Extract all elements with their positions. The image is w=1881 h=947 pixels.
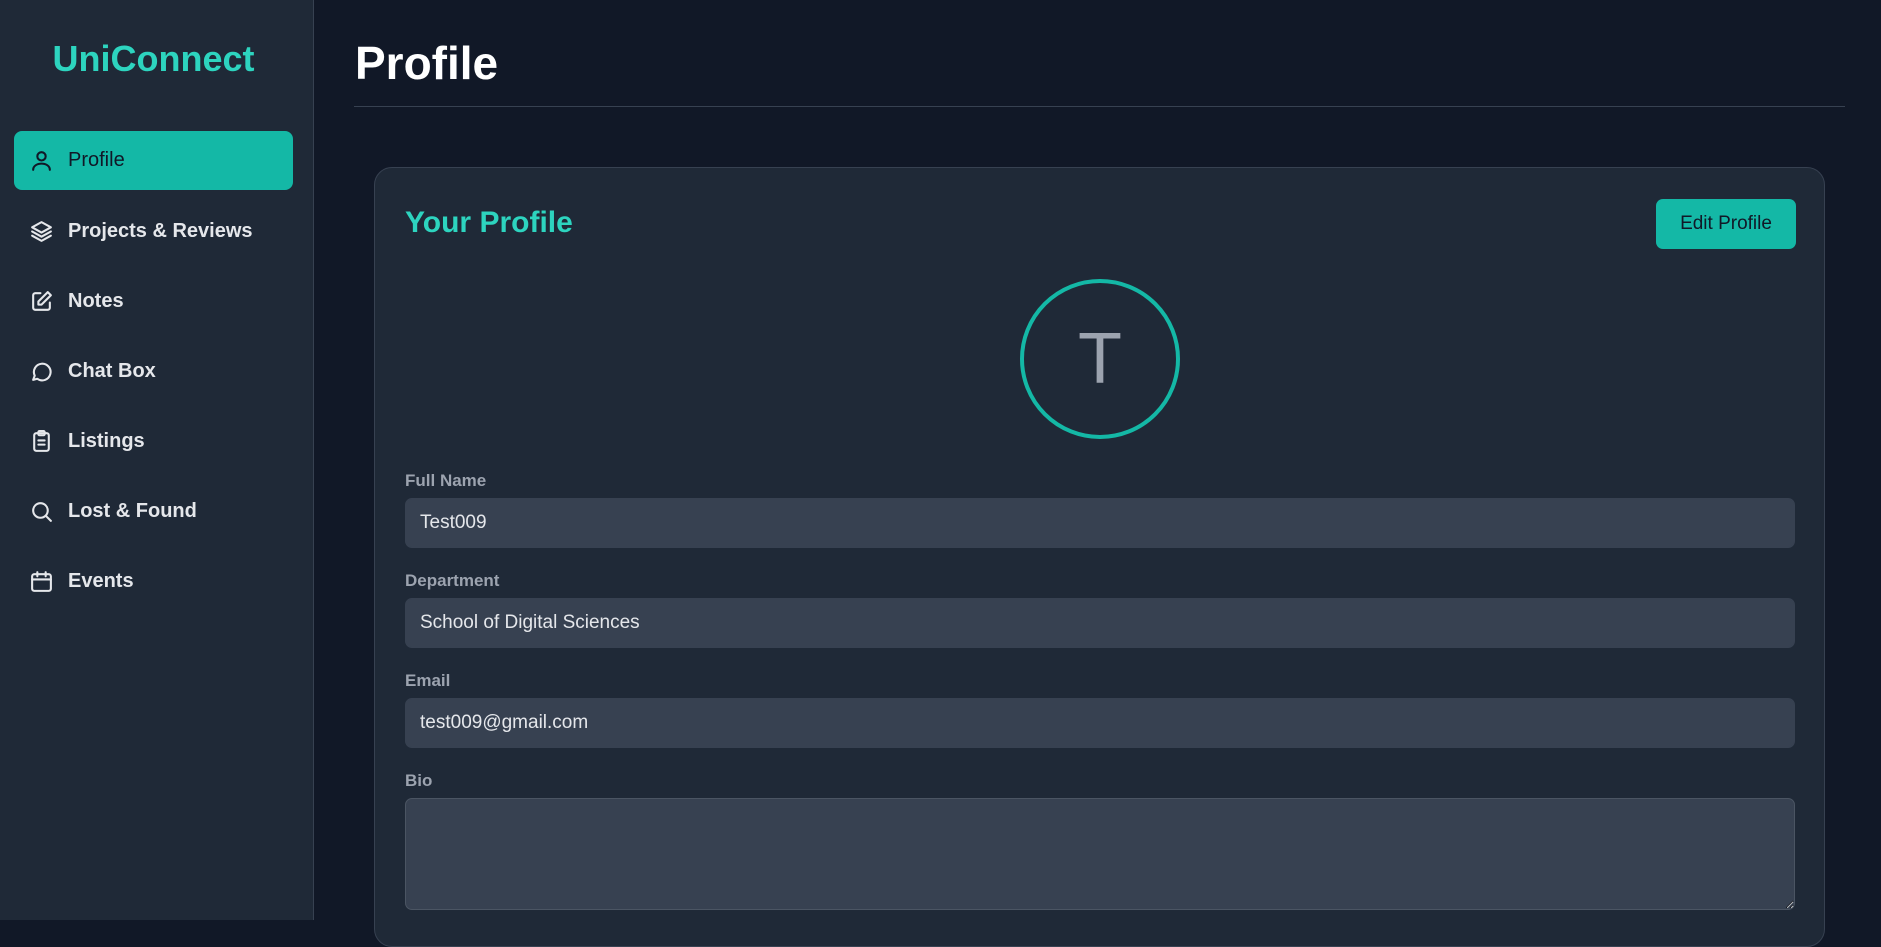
user-icon (29, 148, 54, 173)
edit-profile-button[interactable]: Edit Profile (1656, 199, 1796, 249)
sidebar-item-lost-found[interactable]: Lost & Found (14, 482, 293, 541)
department-label: Department (405, 571, 500, 590)
bio-label: Bio (405, 771, 433, 790)
sidebar-item-label: Projects & Reviews (68, 220, 253, 242)
title-divider (354, 106, 1845, 107)
sidebar-item-label: Listings (68, 430, 145, 452)
sidebar-item-events[interactable]: Events (14, 552, 293, 611)
email-field[interactable] (405, 698, 1795, 748)
clipboard-list-icon (29, 429, 54, 454)
sidebar-item-listings[interactable]: Listings (14, 412, 293, 471)
sidebar-item-label: Profile (68, 149, 125, 171)
card-title: Your Profile (405, 206, 573, 239)
sidebar-item-chat-box[interactable]: Chat Box (14, 342, 293, 401)
sidebar-item-label: Events (68, 570, 134, 592)
bio-field[interactable] (405, 798, 1795, 910)
sidebar-item-profile[interactable]: Profile (14, 131, 293, 190)
chat-bubble-icon (29, 359, 54, 384)
page-title: Profile (355, 37, 499, 89)
department-field[interactable] (405, 598, 1795, 648)
edit-square-icon (29, 289, 54, 314)
full-name-label: Full Name (405, 471, 487, 490)
sidebar-item-label: Lost & Found (68, 500, 197, 522)
avatar: T (1020, 279, 1180, 439)
sidebar-item-label: Chat Box (68, 360, 156, 382)
full-name-field[interactable] (405, 498, 1795, 548)
search-icon (29, 499, 54, 524)
sidebar: UniConnect Profile Projects & Reviews No… (0, 0, 314, 920)
layers-icon (29, 219, 54, 244)
profile-card: Your Profile Edit Profile T Full Name De… (374, 167, 1825, 947)
sidebar-item-projects-reviews[interactable]: Projects & Reviews (14, 202, 293, 261)
app-brand[interactable]: UniConnect (0, 38, 307, 80)
calendar-icon (29, 569, 54, 594)
sidebar-item-label: Notes (68, 290, 124, 312)
sidebar-item-notes[interactable]: Notes (14, 272, 293, 331)
email-label: Email (405, 671, 451, 690)
